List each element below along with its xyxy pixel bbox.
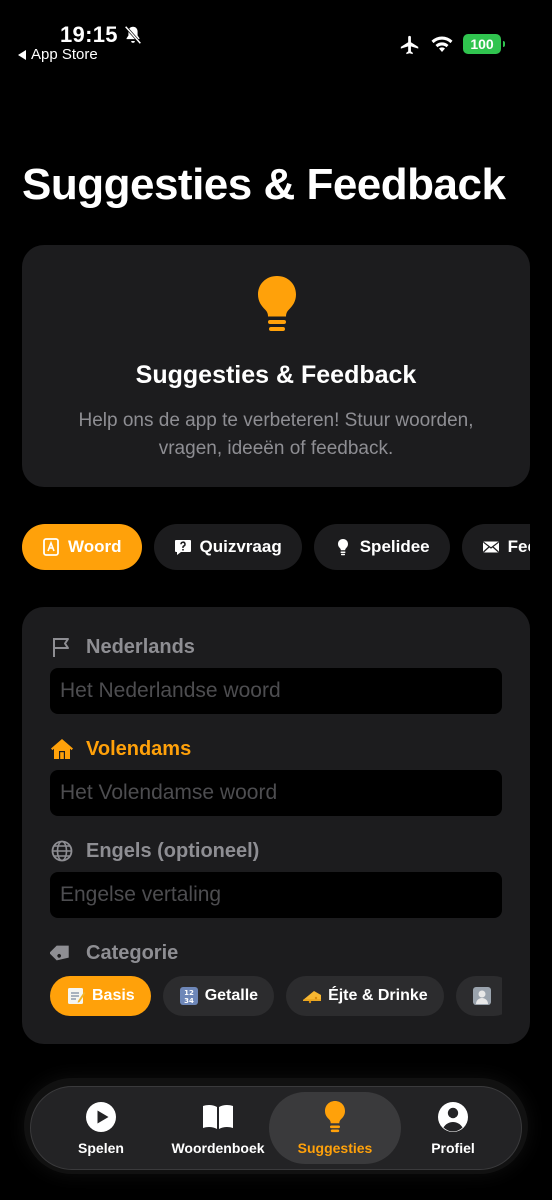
tab-quizvraag-label: Quizvraag (199, 537, 282, 556)
tab-spelidee-label: Spelidee (359, 537, 430, 556)
category-chip-basis-label: Basis (92, 987, 135, 1004)
category-chip-ejte-drinke-label: Éjte & Drinke (328, 987, 428, 1004)
hero-card: Suggesties & Feedback Help ons de app te… (22, 245, 530, 487)
tab-feedback-label: Feedback (507, 537, 530, 556)
cheese-emoji-icon (303, 991, 322, 1004)
status-bar: 19:15 App Store 100 (0, 0, 552, 70)
tab-bar: Spelen Woordenboek Suggesties Profiel (30, 1086, 522, 1170)
category-chip-getalle[interactable]: 12 34 Getalle (162, 976, 275, 1016)
dutch-label-text: Nederlands (86, 635, 195, 658)
play-icon (86, 1102, 116, 1132)
house-icon (51, 739, 73, 759)
battery-indicator: 100 (463, 34, 505, 54)
volendams-word-input[interactable] (50, 770, 502, 816)
back-triangle-icon (18, 49, 26, 60)
people-emoji-icon (472, 987, 491, 1005)
category-label: Categorie (50, 941, 178, 965)
tabbar-item-suggesties[interactable]: Suggesties (285, 1087, 385, 1169)
person-icon (438, 1102, 468, 1132)
volendams-label: Volendams (50, 737, 191, 761)
suggestion-type-tabs: Woord Quizvraag Spelidee Feedback (22, 524, 530, 572)
lightbulb-icon (258, 276, 296, 331)
tab-spelidee[interactable]: Spelidee (313, 524, 450, 570)
back-app-label: App Store (31, 46, 98, 63)
dutch-label: Nederlands (50, 635, 195, 659)
back-to-app-store[interactable]: App Store (18, 46, 98, 63)
flag-icon (53, 638, 69, 657)
tab-quizvraag[interactable]: Quizvraag (153, 524, 302, 570)
svg-text:12: 12 (184, 989, 194, 997)
page-title: Suggesties & Feedback (22, 160, 506, 209)
question-bubble-icon (174, 540, 191, 555)
memo-emoji-icon (68, 988, 86, 1004)
tabbar-item-profiel[interactable]: Profiel (413, 1087, 493, 1169)
tabbar-item-profiel-label: Profiel (431, 1140, 475, 1156)
tabbar-item-suggesties-label: Suggesties (297, 1140, 373, 1156)
dutch-word-input[interactable] (50, 668, 502, 714)
hero-title: Suggesties & Feedback (135, 361, 417, 389)
airplane-icon (400, 35, 419, 55)
english-translation-input[interactable] (50, 872, 502, 918)
category-chip-getalle-label: Getalle (204, 987, 259, 1004)
category-chips: Basis 12 34 Getalle Éjte & Drinke (50, 976, 502, 1018)
tabbar-item-woordenboek-label: Woordenboek (171, 1140, 265, 1156)
envelope-icon (482, 541, 499, 553)
tab-woord[interactable]: Woord (22, 524, 142, 570)
category-chip-basis[interactable]: Basis (50, 976, 151, 1016)
tabbar-item-woordenboek[interactable]: Woordenboek (167, 1087, 269, 1169)
svg-text:34: 34 (184, 997, 194, 1005)
tab-woord-label: Woord (68, 537, 122, 556)
lightbulb-icon (337, 539, 348, 556)
lightbulb-icon (325, 1101, 345, 1133)
status-time: 19:15 (60, 22, 118, 47)
category-chip-ejte-drinke[interactable]: Éjte & Drinke (286, 976, 444, 1016)
hero-description: Help ons de app te verbeteren! Stuur woo… (78, 410, 474, 459)
tabbar-item-spelen[interactable]: Spelen (61, 1087, 141, 1169)
book-icon (43, 538, 59, 556)
tabbar-item-spelen-label: Spelen (78, 1140, 124, 1156)
numbers-emoji-icon: 12 34 (179, 987, 198, 1005)
globe-icon (51, 840, 73, 862)
wifi-icon (431, 36, 453, 52)
english-label-text: Engels (optioneel) (86, 839, 260, 862)
word-suggestion-form: Nederlands Volendams Engels (optioneel) … (22, 607, 530, 1044)
volendams-label-text: Volendams (86, 737, 192, 760)
category-chip-people[interactable] (455, 976, 502, 1016)
tab-feedback[interactable]: Feedback (461, 524, 530, 570)
tag-icon (50, 945, 69, 961)
category-label-text: Categorie (86, 941, 179, 964)
open-book-icon (203, 1104, 233, 1129)
english-label: Engels (optioneel) (50, 839, 259, 863)
bell-slash-icon (124, 25, 142, 45)
